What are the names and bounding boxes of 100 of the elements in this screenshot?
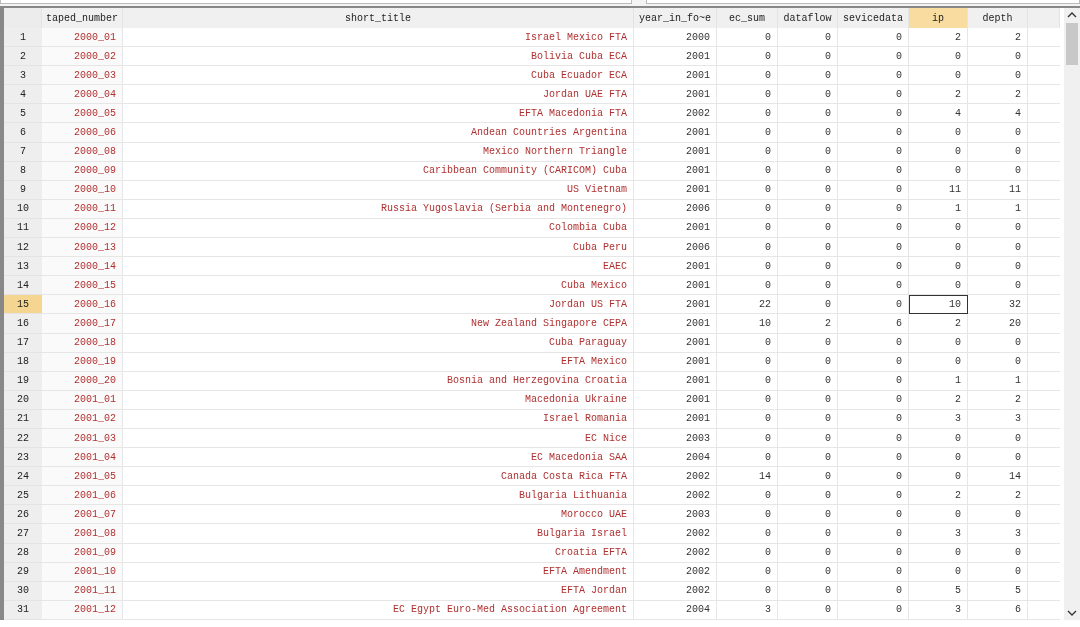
row-number[interactable]: 17	[4, 333, 42, 353]
table-cell: 0	[909, 47, 968, 67]
table-cell: 14	[968, 467, 1028, 487]
table-cell: 2001	[634, 123, 717, 143]
table-cell: 0	[909, 352, 968, 372]
table-cell: 0	[717, 543, 778, 563]
table-cell: 0	[909, 161, 968, 181]
table-cell: EAEC	[123, 257, 634, 277]
table-cell: 0	[968, 257, 1028, 277]
scrollbar[interactable]	[1064, 8, 1080, 620]
table-cell: 2	[909, 390, 968, 410]
table-cell: 0	[778, 467, 838, 487]
table-cell: Cuba Peru	[123, 238, 634, 258]
column-header[interactable]: ip	[909, 8, 968, 28]
row-number[interactable]: 2	[4, 47, 42, 67]
row-number[interactable]: 27	[4, 524, 42, 544]
table-cell: 0	[838, 104, 909, 124]
table-cell: 0	[909, 543, 968, 563]
table-cell: 2000_05	[42, 104, 123, 124]
row-number[interactable]: 13	[4, 257, 42, 277]
table-cell: 0	[778, 85, 838, 105]
column-header[interactable]: depth	[968, 8, 1028, 28]
row-number[interactable]: 8	[4, 161, 42, 181]
table-cell: 0	[778, 295, 838, 315]
row-number[interactable]: 19	[4, 371, 42, 391]
table-cell: 4	[968, 104, 1028, 124]
table-cell: US Vietnam	[123, 180, 634, 200]
table-cell: 0	[968, 66, 1028, 86]
table-cell: 2002	[634, 581, 717, 601]
row-number[interactable]: 14	[4, 276, 42, 296]
column-header[interactable]: sevicedata	[838, 8, 909, 28]
row-number[interactable]: 6	[4, 123, 42, 143]
table-cell: 0	[838, 85, 909, 105]
table-cell: 2001	[634, 66, 717, 86]
row-number[interactable]: 29	[4, 562, 42, 582]
table-cell: 2001	[634, 371, 717, 391]
table-cell: 0	[968, 218, 1028, 239]
table-cell: 0	[717, 581, 778, 601]
column-header[interactable]: year_in_fo~e	[634, 8, 717, 28]
table-cell: 10	[909, 295, 968, 315]
table-cell: 2001_04	[42, 448, 123, 468]
table-cell: 0	[838, 123, 909, 143]
row-number[interactable]: 7	[4, 142, 42, 162]
table-cell: 0	[778, 104, 838, 124]
table-cell: 0	[717, 180, 778, 200]
scroll-up-icon[interactable]	[1067, 12, 1077, 18]
table-cell: 0	[717, 218, 778, 239]
row-number[interactable]: 25	[4, 486, 42, 506]
row-number[interactable]: 30	[4, 581, 42, 601]
row-number[interactable]: 9	[4, 180, 42, 200]
row-number[interactable]: 5	[4, 104, 42, 124]
row-number[interactable]: 4	[4, 85, 42, 105]
table-cell: 0	[838, 28, 909, 48]
column-header[interactable]: taped_number	[42, 8, 123, 28]
table-cell: 0	[717, 276, 778, 296]
input-field[interactable]	[646, 0, 1080, 4]
row-number[interactable]: 23	[4, 448, 42, 468]
table-cell: 0	[717, 66, 778, 86]
row-number[interactable]: 28	[4, 543, 42, 563]
row-number[interactable]: 12	[4, 238, 42, 258]
table-cell: EFTA Amendment	[123, 562, 634, 582]
row-number[interactable]: 15	[4, 295, 42, 315]
table-cell: 0	[778, 199, 838, 219]
table-cell: 6	[838, 314, 909, 334]
table-cell: Jordan US FTA	[123, 295, 634, 315]
input-field[interactable]	[0, 0, 632, 4]
table-cell: Bulgaria Israel	[123, 524, 634, 544]
scroll-down-icon[interactable]	[1067, 610, 1077, 616]
table-cell: Andean Countries Argentina	[123, 123, 634, 143]
table-cell: 32	[968, 295, 1028, 315]
column-header[interactable]: ec_sum	[717, 8, 778, 28]
row-number[interactable]: 10	[4, 199, 42, 219]
table-cell: 0	[717, 85, 778, 105]
table-cell: 0	[838, 409, 909, 429]
table-cell: Cuba Mexico	[123, 276, 634, 296]
row-number[interactable]: 31	[4, 600, 42, 620]
table-cell: 0	[838, 505, 909, 525]
table-cell: Israel Mexico FTA	[123, 28, 634, 48]
table-cell: 0	[968, 562, 1028, 582]
table-cell: 0	[838, 448, 909, 468]
table-cell: 0	[778, 28, 838, 48]
table-cell: 0	[838, 161, 909, 181]
table-cell: Bosnia and Herzegovina Croatia	[123, 371, 634, 391]
scroll-thumb[interactable]	[1066, 23, 1078, 65]
row-number[interactable]: 3	[4, 66, 42, 86]
row-number[interactable]: 21	[4, 409, 42, 429]
row-number[interactable]: 24	[4, 467, 42, 487]
column-header[interactable]: short_title	[123, 8, 634, 28]
table-cell: 0	[909, 562, 968, 582]
column-header[interactable]: dataflow	[778, 8, 838, 28]
row-number[interactable]: 20	[4, 390, 42, 410]
row-number[interactable]: 11	[4, 218, 42, 239]
row-number[interactable]: 16	[4, 314, 42, 334]
table-cell: Bolivia Cuba ECA	[123, 47, 634, 67]
row-number[interactable]: 22	[4, 428, 42, 449]
table-cell: 0	[778, 161, 838, 181]
row-number[interactable]: 26	[4, 505, 42, 525]
row-number[interactable]: 18	[4, 352, 42, 372]
table-cell: 0	[778, 180, 838, 200]
row-number[interactable]: 1	[4, 28, 42, 48]
